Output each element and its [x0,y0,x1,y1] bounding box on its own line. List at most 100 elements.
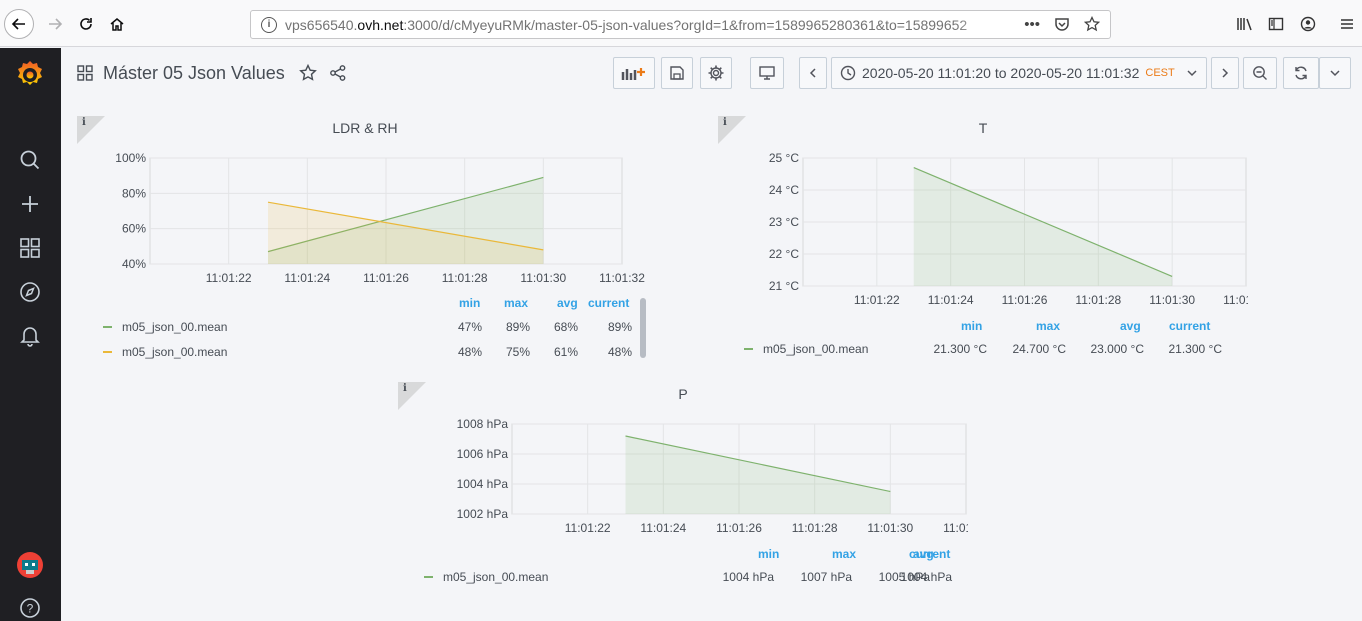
bookmark-star-icon[interactable] [1084,16,1100,32]
url-bar[interactable]: i vps656540. ovh.net:3000/d/cMyeyuRMk/mas… [250,10,1111,39]
zoom-out-button[interactable] [1243,57,1277,89]
x-tick-label: 11:01:28 [1075,293,1121,307]
help-icon: ? [20,598,40,618]
clock-icon [840,65,856,81]
library-button[interactable] [1233,12,1257,36]
legend-avg-value: 23.000 °C [1090,342,1144,356]
sidebar-toggle-button[interactable] [1264,12,1288,36]
panel-ldr-rh: i LDR & RH 11:01:22 11:01:24 11:01:26 11:01… [77,116,653,366]
reload-button[interactable] [71,9,101,39]
save-icon [670,66,684,80]
legend-series-1[interactable]: m05_json_00.mean [744,342,868,356]
y-tick-label: 22 °C [769,247,799,261]
reload-icon [80,18,92,30]
legend-series-2[interactable]: m05_json_00.mean [103,345,227,359]
legend-swatch[interactable] [103,351,112,353]
legend-scrollbar[interactable] [640,298,646,358]
page-actions-icon[interactable]: ••• [1024,16,1040,33]
explore-button[interactable] [15,277,45,307]
legend-header-max[interactable]: max [504,296,528,310]
save-dashboard-button[interactable] [661,57,693,89]
y-tick-label: 24 °C [769,183,799,197]
chevron-right-icon [1222,68,1229,78]
dashboards-button[interactable] [15,233,45,263]
help-button[interactable]: ? [15,593,45,621]
y-tick-label: 23 °C [769,215,799,229]
legend-min-value: 21.300 °C [933,342,987,356]
search-button[interactable] [15,145,45,175]
legend-series-1[interactable]: m05_json_00.mean [424,570,548,584]
url-prefix: vps656540. [285,16,358,33]
x-tick-label: 11:01:28 [792,521,838,535]
gear-icon [708,65,724,81]
forward-button[interactable] [40,9,70,39]
home-button[interactable] [102,9,132,39]
legend-header-current[interactable]: current [588,296,629,310]
settings-button[interactable] [700,57,732,89]
add-panel-button[interactable] [613,57,655,89]
t-chart: 11:01:22 11:01:24 11:01:26 11:01:28 11:01:30… [769,151,1248,307]
legend-header-avg[interactable]: avg [557,296,578,310]
legend-header-current[interactable]: current [1169,319,1210,333]
user-profile-button[interactable] [15,550,45,580]
svg-text:?: ? [27,602,34,616]
panel-title[interactable]: LDR & RH [77,120,653,136]
panel-t: i T 11:01:22 11:01:24 11:01:26 11:01:28 11:0… [718,116,1248,366]
grafana-logo-icon[interactable] [13,58,47,92]
legend-header-min[interactable]: min [459,296,480,310]
legend-header-max[interactable]: max [1036,319,1060,333]
legend-header-min[interactable]: min [961,319,982,333]
menu-button[interactable] [1335,12,1359,36]
share-icon[interactable] [329,64,347,82]
favorite-star-icon[interactable] [298,64,317,82]
p-chart: 11:01:22 11:01:24 11:01:26 11:01:28 11:01:30… [457,417,968,535]
zoom-out-icon [1253,66,1267,80]
x-tick-label: 11:01:32 [943,521,968,535]
account-icon [1300,16,1316,32]
back-button[interactable] [4,9,34,39]
legend-header-current[interactable]: current [909,547,950,561]
legend-max-value: 1007 hPa [800,570,852,584]
panel-title[interactable]: P [398,386,968,402]
panel-title[interactable]: T [718,120,1248,136]
legend-swatch[interactable] [744,348,753,350]
refresh-button[interactable] [1283,57,1319,89]
legend-swatch[interactable] [424,576,433,578]
x-tick-label: 11:01:30 [1149,293,1195,307]
legend-series-1[interactable]: m05_json_00.mean [103,320,227,334]
legend-current-value: 89% [607,320,632,334]
y-tick-label: 1004 hPa [457,477,509,491]
apps-grid-icon[interactable] [77,65,93,81]
arrow-right-icon [49,18,63,30]
page-title[interactable]: Máster 05 Json Values [103,63,285,84]
cycle-view-mode-button[interactable] [750,57,784,89]
x-tick-label: 11:01:24 [284,271,330,285]
x-tick-label: 11:01:22 [206,271,252,285]
x-tick-label: 11:01:22 [565,521,611,535]
x-tick-label: 11:01:26 [363,271,409,285]
x-tick-label: 11:01:22 [854,293,900,307]
time-range-picker[interactable]: 2020-05-20 11:01:20 to 2020-05-20 11:01:… [831,57,1207,89]
pocket-icon[interactable] [1054,16,1070,32]
x-tick-label: 11:01:26 [1002,293,1048,307]
series-area [913,167,1173,286]
timezone-badge: CEST [1145,67,1175,79]
legend-header-max[interactable]: max [832,547,856,561]
refresh-icon [1295,66,1307,80]
legend-header-min[interactable]: min [758,547,779,561]
account-button[interactable] [1296,12,1320,36]
time-shift-back-button[interactable] [799,57,827,89]
y-tick-label: 25 °C [769,151,799,165]
monitor-icon [759,66,775,80]
create-button[interactable] [15,189,45,219]
y-tick-label: 1008 hPa [457,417,509,431]
refresh-interval-dropdown[interactable] [1319,57,1351,89]
x-tick-label: 11:01:26 [716,521,762,535]
sidebar: ? [0,48,61,621]
info-icon[interactable]: i [261,16,277,33]
alerting-button[interactable] [15,321,45,351]
legend-header-avg[interactable]: avg [1120,319,1141,333]
legend-swatch[interactable] [103,326,112,328]
time-shift-forward-button[interactable] [1211,57,1239,89]
legend-min-value: 1004 hPa [722,570,774,584]
